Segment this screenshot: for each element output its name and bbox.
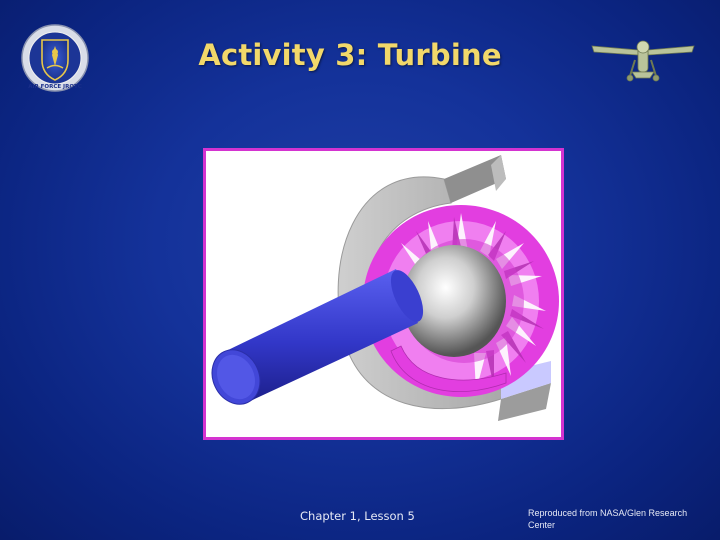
footer-credit: Reproduced from NASA/Glen Research Cente…	[528, 508, 688, 530]
logo-left-text: AIR FORCE JROTC	[28, 84, 82, 90]
slide: AIR FORCE JROTC Activity 3: Turbine Chap…	[0, 0, 720, 540]
turbine-diagram	[211, 155, 559, 421]
turbine-image-frame	[203, 148, 564, 440]
footer-chapter-lesson: Chapter 1, Lesson 5	[300, 509, 415, 523]
airplane-wings-icon	[591, 40, 695, 82]
air-force-jrotc-shield-icon: AIR FORCE JROTC	[21, 24, 89, 92]
slide-title: Activity 3: Turbine	[198, 38, 502, 72]
